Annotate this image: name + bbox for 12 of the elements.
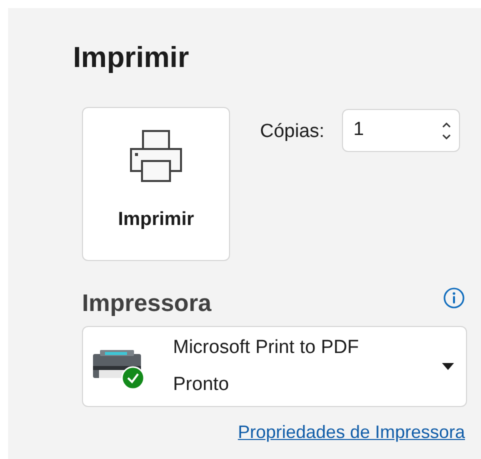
printer-properties-link[interactable]: Propriedades de Impressora [238, 419, 465, 446]
printer-icon [130, 130, 182, 182]
page-title: Imprimir [73, 41, 190, 76]
printer-heading: Impressora [82, 289, 212, 319]
copies-label: Cópias: [260, 120, 324, 144]
printer-name: Microsoft Print to PDF [173, 336, 360, 360]
printer-status: Pronto [173, 372, 230, 396]
caret-icon [442, 363, 454, 370]
info-icon[interactable] [443, 287, 465, 309]
printer-dropdown[interactable]: Microsoft Print to PDF Pronto [82, 326, 467, 407]
print-button[interactable]: Imprimir [82, 107, 230, 261]
copies-spinner[interactable]: 1 [342, 109, 460, 152]
